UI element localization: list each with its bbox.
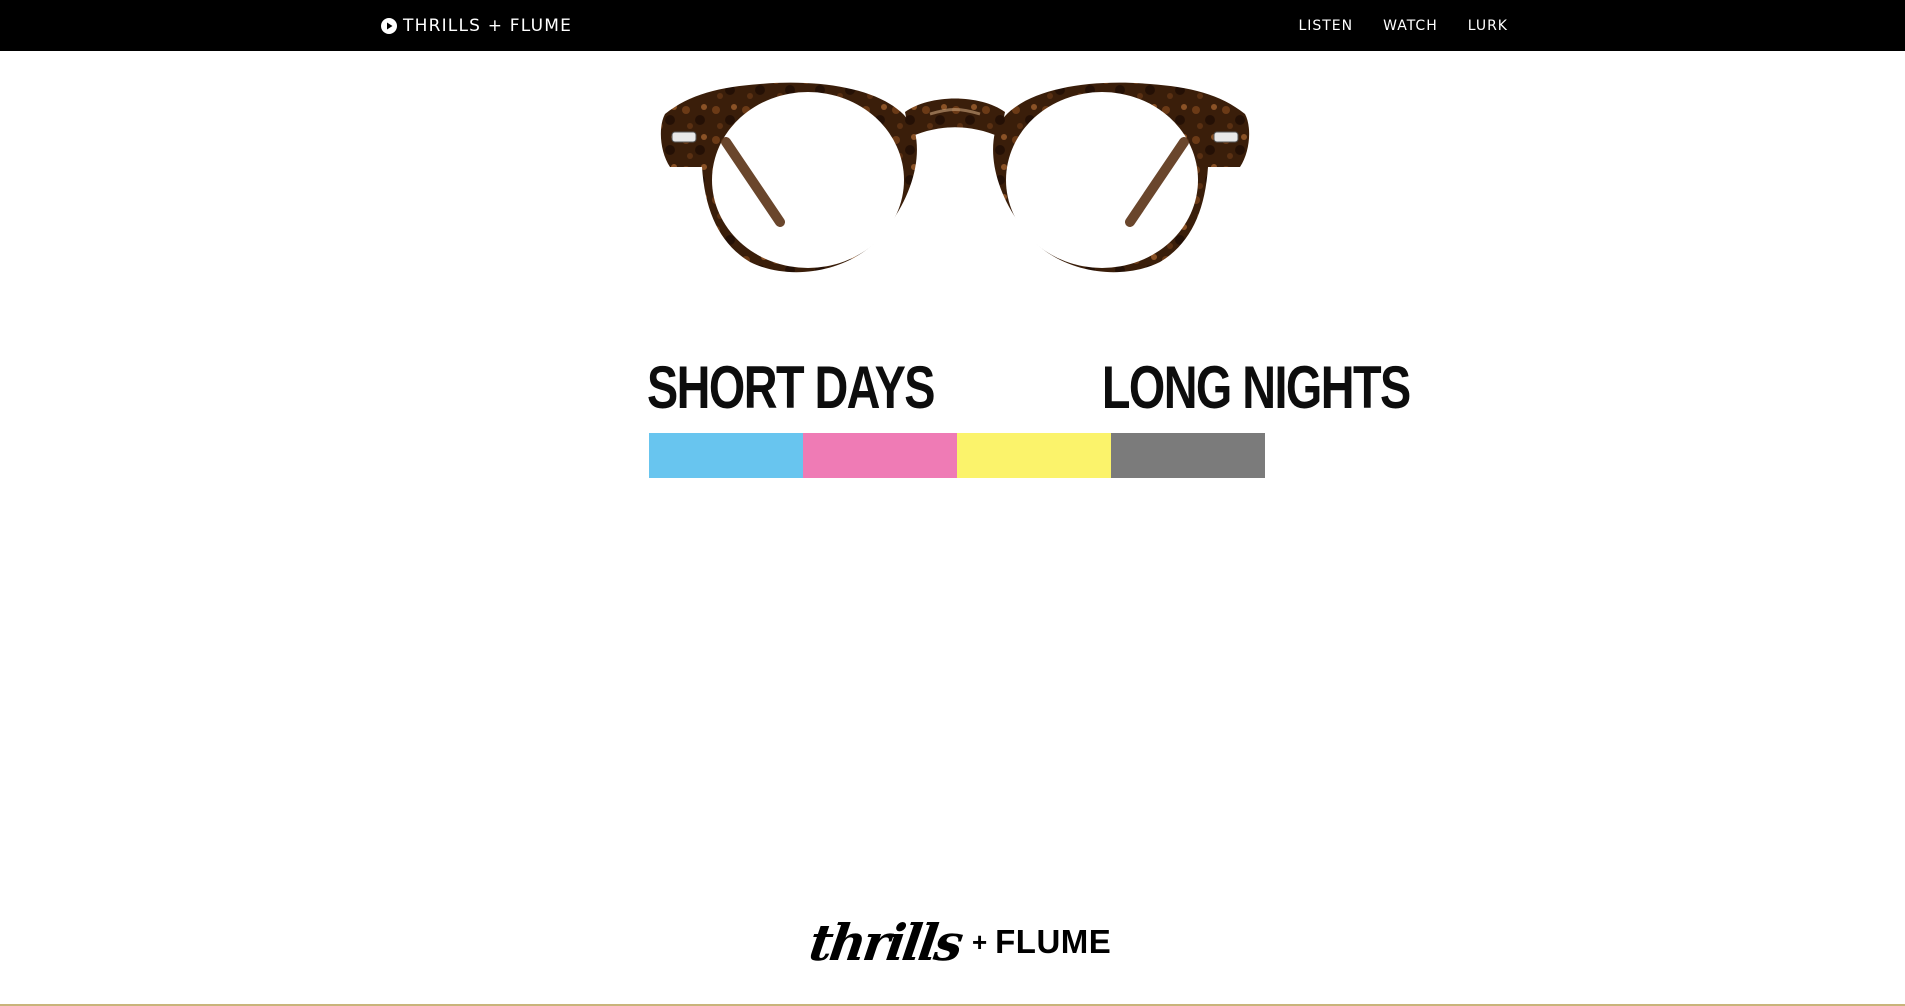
play-circle-icon bbox=[381, 17, 397, 34]
swatch-gray bbox=[1111, 433, 1265, 478]
brand-link[interactable]: THRILLS + FLUME bbox=[381, 0, 572, 51]
top-navbar: THRILLS + FLUME LISTEN WATCH LURK bbox=[0, 0, 1905, 51]
hero-headline: SHORT DAYS LONG NIGHTS bbox=[647, 353, 1411, 428]
swatch-blue bbox=[649, 433, 803, 478]
swatch-yellow bbox=[957, 433, 1111, 478]
nav-lurk-link[interactable]: LURK bbox=[1468, 18, 1508, 34]
eyeglasses-image bbox=[650, 72, 1260, 297]
headline-long-nights: LONG NIGHTS bbox=[1101, 354, 1411, 421]
footer-logo-script: thrills bbox=[805, 912, 965, 972]
footer-logo-plus: + bbox=[971, 926, 988, 957]
swatch-pink bbox=[803, 433, 957, 478]
nav-watch-link[interactable]: WATCH bbox=[1383, 18, 1438, 34]
footer-logo: thrills + FLUME bbox=[806, 912, 1111, 972]
nav-listen-link[interactable]: LISTEN bbox=[1298, 18, 1353, 34]
nav-menu: LISTEN WATCH LURK bbox=[1268, 0, 1508, 51]
color-swatch-bar bbox=[649, 433, 1265, 478]
footer-logo-word: FLUME bbox=[995, 923, 1112, 960]
brand-title: THRILLS + FLUME bbox=[403, 15, 573, 36]
headline-short-days: SHORT DAYS bbox=[647, 354, 936, 421]
